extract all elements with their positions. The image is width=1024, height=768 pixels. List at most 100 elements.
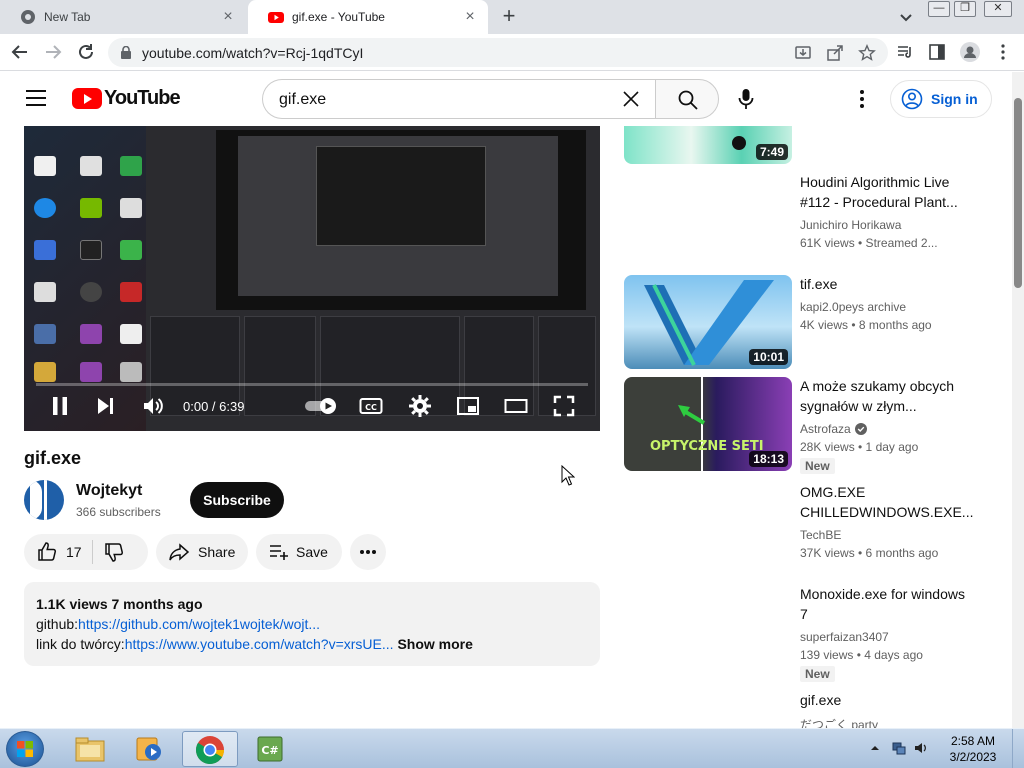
- video-frame-file-icon: [120, 362, 142, 382]
- recommendation-meta: 28K views • 1 day ago: [800, 440, 919, 454]
- page-scrollbar[interactable]: [1012, 72, 1024, 728]
- subscribe-button[interactable]: Subscribe: [190, 482, 284, 518]
- like-button[interactable]: 17: [24, 534, 82, 570]
- recommendation-channel[interactable]: だつごく party: [800, 716, 878, 728]
- csharp-app-taskbar-button[interactable]: C#: [242, 731, 298, 767]
- video-frame-panel: [320, 316, 460, 416]
- recommendation-title[interactable]: OMG.EXE CHILLEDWINDOWS.EXE...: [800, 482, 973, 522]
- recommendation-channel[interactable]: Junichiro Horikawa: [800, 218, 901, 232]
- tab-youtube[interactable]: gif.exe - YouTube ×: [248, 0, 488, 34]
- thumbs-down-icon: [104, 543, 123, 562]
- profile-avatar-icon[interactable]: [960, 42, 980, 62]
- recommendation-channel[interactable]: superfaizan3407: [800, 630, 889, 644]
- sign-in-button[interactable]: Sign in: [890, 80, 992, 118]
- recommendation-channel[interactable]: kapi2.0peys archive: [800, 300, 906, 314]
- close-tab-icon[interactable]: ×: [220, 9, 236, 25]
- close-tab-icon[interactable]: ×: [462, 9, 478, 25]
- minimize-icon[interactable]: —: [928, 1, 950, 17]
- youtube-logo[interactable]: YouTube: [72, 87, 181, 110]
- roblox-studio-icon: [34, 240, 56, 260]
- theater-mode-icon[interactable]: [504, 394, 528, 418]
- video-player[interactable]: 0:00 / 6:39 CC: [24, 126, 600, 431]
- video-frame-file-icon: [80, 156, 102, 176]
- back-arrow-icon[interactable]: [9, 41, 31, 63]
- recommendation-channel[interactable]: TechBE: [800, 528, 841, 542]
- bookmark-star-icon[interactable]: [858, 44, 876, 62]
- verified-badge-icon: [854, 423, 867, 435]
- media-player-taskbar-button[interactable]: [122, 731, 178, 767]
- media-control-icon[interactable]: [896, 43, 914, 61]
- tab-title: New Tab: [44, 10, 91, 24]
- more-actions-button[interactable]: [350, 534, 386, 570]
- lock-icon[interactable]: [120, 46, 132, 59]
- next-video-icon[interactable]: [94, 394, 118, 418]
- hamburger-menu-icon[interactable]: [26, 90, 46, 106]
- tab-new-tab[interactable]: New Tab ×: [0, 0, 246, 34]
- video-frame-app-icon: [34, 362, 56, 382]
- recommendation-thumbnail[interactable]: OPTYCZNE SETI 18:13: [624, 377, 792, 471]
- clear-search-icon[interactable]: [620, 88, 642, 110]
- recommendation-title[interactable]: Houdini Algorithmic Live #112 - Procedur…: [800, 172, 972, 212]
- restore-icon[interactable]: ❐: [954, 1, 976, 17]
- captions-icon[interactable]: CC: [359, 394, 383, 418]
- recommendation-title[interactable]: gif.exe: [800, 690, 972, 710]
- system-clock[interactable]: 2:58 AM 3/2/2023: [940, 733, 1006, 765]
- reload-icon[interactable]: [75, 41, 97, 63]
- recommendation-title[interactable]: A może szukamy obcych sygnałów w złym...: [800, 376, 972, 416]
- search-button[interactable]: [655, 79, 719, 119]
- github-link[interactable]: https://github.com/wojtek1wojtek/wojt...: [78, 616, 320, 632]
- save-button[interactable]: Save: [256, 534, 342, 570]
- miniplayer-icon[interactable]: [456, 394, 480, 418]
- scrollbar-thumb[interactable]: [1014, 98, 1022, 288]
- vmware-icon: [34, 324, 56, 344]
- file-explorer-taskbar-button[interactable]: [62, 731, 118, 767]
- settings-menu-icon[interactable]: [852, 88, 872, 110]
- search-input[interactable]: gif.exe: [262, 79, 656, 119]
- dislike-button[interactable]: [103, 534, 125, 570]
- nvidia-icon: [80, 198, 102, 218]
- video-frame-preview-inner: [316, 146, 486, 246]
- network-icon[interactable]: [892, 741, 906, 755]
- volume-icon[interactable]: [914, 741, 928, 755]
- svg-text:C#: C#: [261, 744, 278, 757]
- microphone-icon[interactable]: [736, 88, 756, 110]
- chrome-taskbar-button[interactable]: [182, 731, 238, 767]
- like-dislike-group: 17: [24, 534, 148, 570]
- channel-name[interactable]: Wojtekyt: [76, 482, 142, 500]
- csharp-icon: C#: [257, 736, 283, 762]
- new-tab-button[interactable]: +: [498, 5, 520, 28]
- recommendation-meta: 139 views • 4 days ago: [800, 648, 923, 662]
- settings-gear-icon[interactable]: [408, 394, 432, 418]
- window-close-icon[interactable]: ✕: [984, 1, 1012, 17]
- tray-expand-icon[interactable]: [868, 741, 882, 755]
- tab-search-chevron-icon[interactable]: [896, 7, 916, 27]
- view-count-date: 1.1K views 7 months ago: [36, 596, 203, 612]
- volume-icon[interactable]: [141, 394, 165, 418]
- thumbs-up-icon: [38, 542, 57, 561]
- channel-avatar[interactable]: [24, 480, 64, 520]
- recommendation-channel[interactable]: Astrofaza: [800, 422, 867, 436]
- epic-games-icon: [80, 240, 102, 260]
- video-progress-bar[interactable]: [36, 383, 588, 386]
- windows-start-button[interactable]: [6, 731, 44, 767]
- share-button[interactable]: Share: [156, 534, 248, 570]
- show-more-button[interactable]: Show more: [397, 636, 472, 652]
- install-app-icon[interactable]: [794, 44, 812, 62]
- creator-video-link[interactable]: https://www.youtube.com/watch?v=xrsUE...: [125, 636, 394, 652]
- video-duration: 7:49: [755, 144, 788, 160]
- browser-menu-icon[interactable]: [994, 43, 1012, 61]
- address-bar[interactable]: youtube.com/watch?v=Rcj-1qdTCyI: [108, 38, 888, 67]
- recommendation-title[interactable]: Monoxide.exe for windows 7: [800, 584, 972, 624]
- autoplay-toggle-icon[interactable]: [304, 394, 338, 418]
- new-badge: New: [800, 666, 835, 682]
- share-page-icon[interactable]: [826, 44, 844, 62]
- video-description[interactable]: 1.1K views 7 months ago github:https://g…: [24, 582, 600, 666]
- show-desktop-button[interactable]: [1012, 729, 1024, 768]
- recommendation-title[interactable]: tif.exe: [800, 274, 972, 294]
- fullscreen-icon[interactable]: [552, 394, 576, 418]
- pause-icon[interactable]: [48, 394, 72, 418]
- side-panel-icon[interactable]: [928, 43, 946, 61]
- recommendation-thumbnail[interactable]: 10:01: [624, 275, 792, 369]
- forward-arrow-icon[interactable]: [42, 41, 64, 63]
- recommendation-thumbnail[interactable]: 7:49: [624, 126, 792, 164]
